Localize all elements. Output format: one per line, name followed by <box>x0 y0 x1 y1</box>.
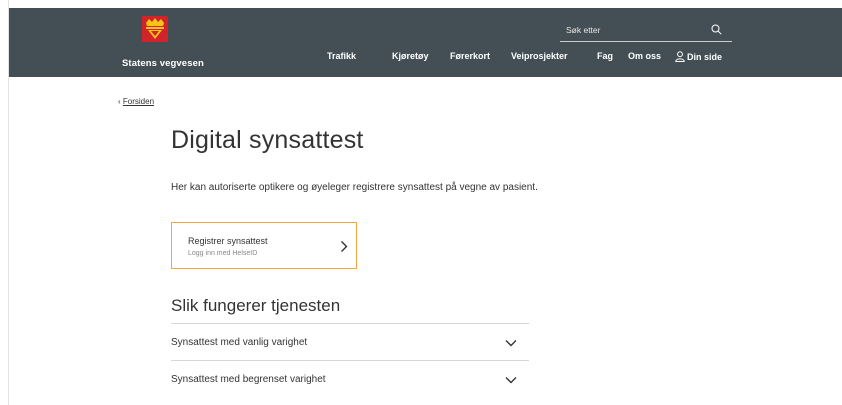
breadcrumb-label: Forsiden <box>122 97 155 106</box>
nav-item-fag[interactable]: Fag <box>597 51 613 61</box>
nav-item-din-side-label: Din side <box>687 52 723 62</box>
cta-title: Registrer synsattest <box>188 236 268 246</box>
brand-name: Statens vegvesen <box>122 58 204 69</box>
nav-item-veiprosjekter[interactable]: Veiprosjekter <box>511 51 568 61</box>
chevron-down-icon <box>505 340 517 347</box>
accordion-item-begrenset-varighet[interactable]: Synsattest med begrenset varighet <box>171 360 529 398</box>
window-left-edge <box>0 0 9 405</box>
register-synsattest-button[interactable]: Registrer synsattest Logg inn med HelseI… <box>171 222 357 269</box>
chevron-right-icon <box>341 241 348 252</box>
breadcrumb-back-link[interactable]: ‹ Forsiden <box>118 97 154 106</box>
accordion-item-vanlig-varighet[interactable]: Synsattest med vanlig varighet <box>171 323 529 361</box>
crown-shield-logo-icon <box>142 16 168 42</box>
nav-item-om-oss[interactable]: Om oss <box>628 51 661 61</box>
chevron-down-icon <box>505 377 517 384</box>
accordion-label: Synsattest med begrenset varighet <box>171 374 326 385</box>
search-input[interactable] <box>560 21 706 39</box>
chevron-left-icon: ‹ <box>118 97 121 106</box>
nav-item-kjoretoy[interactable]: Kjøretøy <box>392 51 429 61</box>
nav-item-trafikk[interactable]: Trafikk <box>327 51 356 61</box>
accordion-label: Synsattest med vanlig varighet <box>171 337 308 348</box>
page-title: Digital synsattest <box>171 126 364 154</box>
cta-subtitle: Logg inn med HelseID <box>188 250 258 257</box>
nav-item-din-side[interactable]: Din side <box>675 51 722 62</box>
section-title: Slik fungerer tjenesten <box>171 296 341 315</box>
nav-item-forerkort[interactable]: Førerkort <box>450 51 490 61</box>
site-header: Statens vegvesen Trafikk Kjøretøy Førerk… <box>9 8 842 77</box>
search-field <box>560 21 732 42</box>
search-icon[interactable] <box>711 24 722 35</box>
intro-text: Her kan autoriserte optikere og øyeleger… <box>171 182 538 193</box>
user-icon <box>675 51 685 62</box>
